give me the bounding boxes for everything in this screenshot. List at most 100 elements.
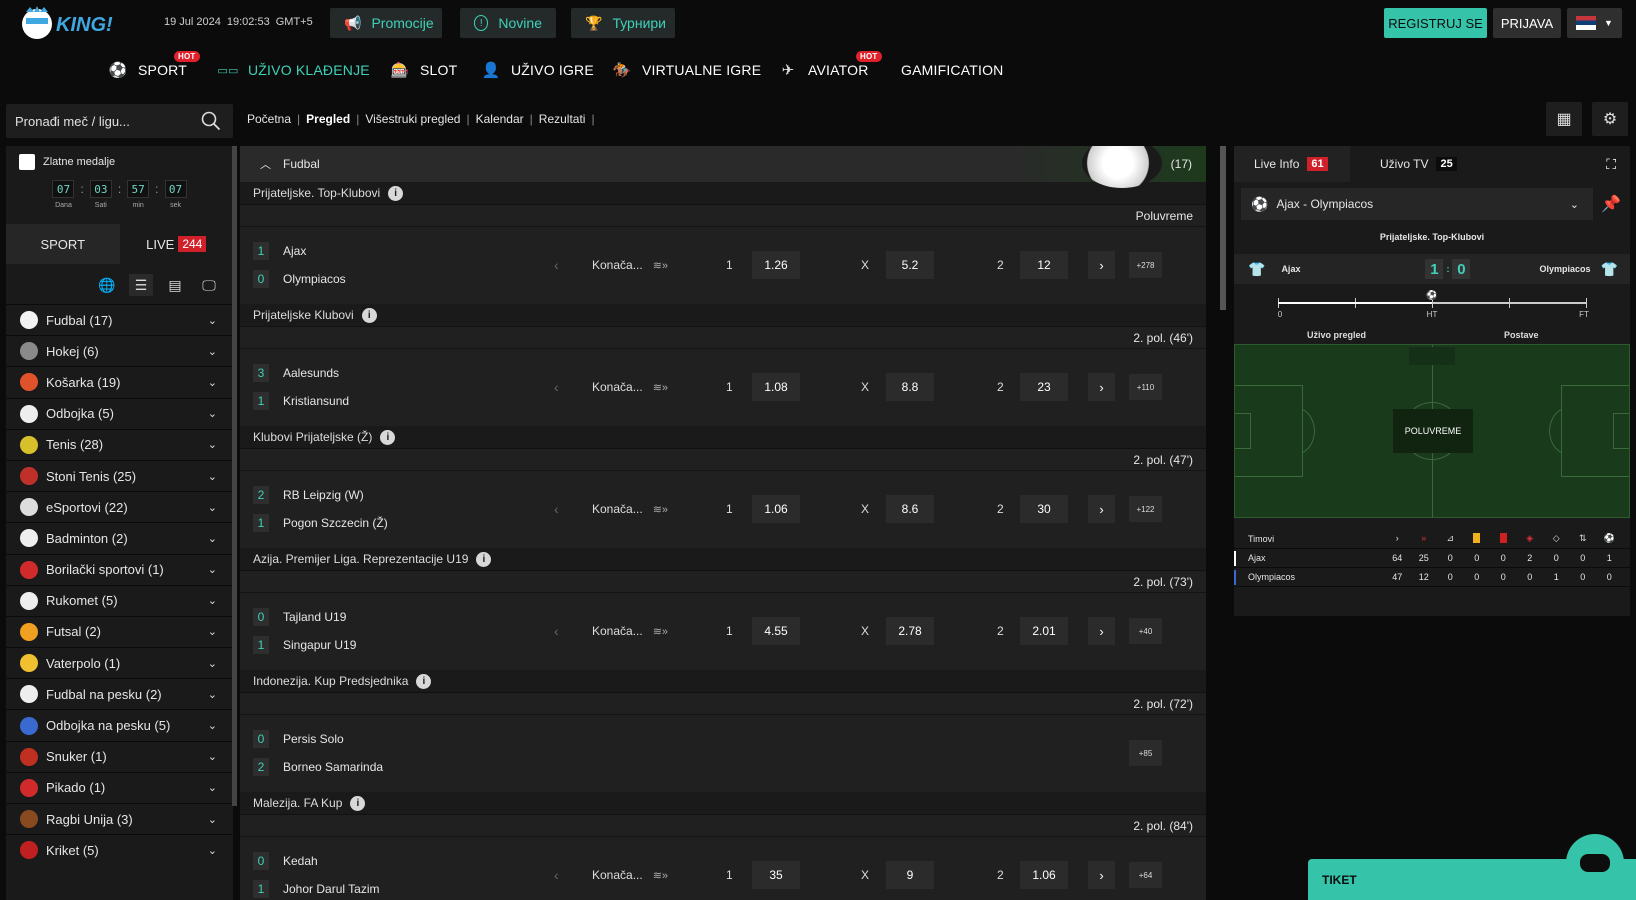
nav-slot[interactable]: 🎰 SLOT	[390, 62, 458, 79]
chevron-down-icon[interactable]: ⌄	[208, 813, 217, 826]
chevron-down-icon[interactable]: ⌄	[208, 750, 217, 763]
odds-button[interactable]: 1.08	[752, 373, 800, 401]
scoreboard-view-icon[interactable]: ▤	[163, 274, 187, 296]
odds-button[interactable]: 5.2	[886, 251, 934, 279]
info-icon[interactable]: i	[416, 673, 432, 689]
crumb-multiview[interactable]: Višestruki pregled	[365, 112, 460, 126]
odds-button[interactable]: 8.6	[886, 495, 934, 523]
home-team[interactable]: 1 Ajax	[253, 242, 306, 260]
chevron-right-icon[interactable]: ›	[1088, 495, 1115, 523]
sport-list-item[interactable]: eSportovi (22) ⌄	[6, 491, 233, 522]
chevron-down-icon[interactable]: ⌄	[208, 594, 217, 607]
nav-live-games[interactable]: 👤 UŽIVO IGRE	[481, 62, 594, 79]
nav-live-betting[interactable]: ▭▭ UŽIVO KLAĐENJE	[217, 62, 370, 78]
away-team[interactable]: 1 Johor Darul Tazim	[253, 880, 379, 898]
match-row[interactable]: 0 Persis Solo 2 Borneo Samarinda +85	[240, 714, 1206, 792]
sidebar-scrollbar[interactable]	[232, 146, 237, 806]
chevron-down-icon[interactable]: ⌄	[208, 563, 217, 576]
home-team[interactable]: 0 Persis Solo	[253, 730, 344, 748]
chevron-down-icon[interactable]: ⌄	[208, 438, 217, 451]
search-icon[interactable]	[201, 111, 221, 131]
expand-icon[interactable]: ⛶	[1606, 156, 1616, 173]
sport-list-item[interactable]: Kriket (5) ⌄	[6, 834, 233, 865]
chevron-down-icon[interactable]: ⌄	[208, 501, 217, 514]
chevron-down-icon[interactable]: ⌄	[208, 314, 217, 327]
chevron-right-icon[interactable]: ›	[1088, 251, 1115, 279]
sport-list-item[interactable]: Fudbal na pesku (2) ⌄	[6, 678, 233, 709]
chevron-down-icon[interactable]: ⌄	[208, 376, 217, 389]
sport-list-item[interactable]: Borilački sportovi (1) ⌄	[6, 553, 233, 585]
chevron-left-icon[interactable]: ‹	[554, 501, 559, 517]
events-scrollbar[interactable]	[1220, 146, 1226, 310]
away-team[interactable]: 2 Borneo Samarinda	[253, 758, 383, 776]
away-team[interactable]: 0 Olympiacos	[253, 270, 346, 288]
home-team[interactable]: 2 RB Leipzig (W)	[253, 486, 364, 504]
tournaments-button[interactable]: 🏆 Турнири	[571, 8, 675, 38]
more-markets-button[interactable]: +122	[1129, 496, 1162, 522]
chevron-right-icon[interactable]: ›	[1088, 861, 1115, 889]
chevron-down-icon[interactable]: ⌄	[208, 719, 217, 732]
tv-view-icon[interactable]: 🖵	[197, 274, 221, 296]
sport-list-item[interactable]: Snuker (1) ⌄	[6, 740, 233, 772]
market-selector[interactable]: Konača... ≋»	[592, 868, 668, 882]
sport-list-item[interactable]: Vaterpolo (1) ⌄	[6, 647, 233, 678]
info-icon[interactable]: i	[388, 185, 404, 201]
globe-icon[interactable]: 🌐	[95, 274, 119, 296]
brand-logo[interactable]: KING!	[20, 4, 138, 42]
tab-live-info[interactable]: Live Info 61	[1234, 146, 1350, 182]
sport-list-item[interactable]: Stoni Tenis (25) ⌄	[6, 459, 233, 491]
info-icon[interactable]: i	[361, 307, 377, 323]
odds-button[interactable]: 8.8	[886, 373, 934, 401]
register-button[interactable]: REGISTRUJ SE	[1384, 8, 1487, 38]
odds-button[interactable]: 23	[1020, 373, 1068, 401]
league-header[interactable]: Klubovi Prijateljske (Ž) i	[240, 426, 1206, 448]
more-markets-button[interactable]: +40	[1129, 618, 1162, 644]
odds-button[interactable]: 12	[1020, 251, 1068, 279]
market-selector[interactable]: Konača... ≋»	[592, 624, 668, 638]
tab-live[interactable]: LIVE 244	[119, 224, 233, 264]
list-view-icon[interactable]: ☰	[129, 274, 153, 296]
login-button[interactable]: PRIJAVA	[1493, 8, 1561, 38]
more-markets-button[interactable]: +85	[1129, 740, 1162, 766]
sport-list-item[interactable]: Rukomet (5) ⌄	[6, 584, 233, 616]
chevron-right-icon[interactable]: ›	[1088, 617, 1115, 645]
league-header[interactable]: Prijateljske Klubovi i	[240, 304, 1206, 326]
market-selector[interactable]: Konača... ≋»	[592, 258, 668, 272]
chevron-down-icon[interactable]: ⌄	[208, 625, 217, 638]
match-row[interactable]: 1 Ajax 0 Olympiacos ‹ Konača... ≋» 1 1.26 X 5.2 2 12…	[240, 226, 1206, 304]
search-input[interactable]	[15, 113, 205, 129]
chevron-down-icon[interactable]: ⌄	[208, 844, 217, 857]
odds-button[interactable]: 30	[1020, 495, 1068, 523]
tab-lineups[interactable]: Postave	[1504, 330, 1539, 340]
chevron-right-icon[interactable]: ›	[1088, 373, 1115, 401]
nav-virtual-games[interactable]: 🏇 VIRTUALNE IGRE	[612, 62, 762, 79]
sport-list-item[interactable]: Fudbal (17) ⌄	[6, 304, 233, 335]
unpin-icon[interactable]: 📌	[1601, 194, 1621, 214]
chevron-down-icon[interactable]: ⌄	[208, 657, 217, 670]
chevron-down-icon[interactable]: ⌄	[208, 688, 217, 701]
match-row[interactable]: 0 Kedah 1 Johor Darul Tazim ‹ Konača... ≋» 1 35 X…	[240, 836, 1206, 900]
chevron-left-icon[interactable]: ‹	[554, 257, 559, 273]
tab-live-tv[interactable]: Uživo TV 25	[1350, 146, 1457, 182]
chevron-left-icon[interactable]: ‹	[554, 623, 559, 639]
odds-button[interactable]: 4.55	[752, 617, 800, 645]
sport-list-item[interactable]: Badminton (2) ⌄	[6, 522, 233, 553]
away-team[interactable]: 1 Kristiansund	[253, 392, 349, 410]
chevron-down-icon[interactable]: ⌄	[208, 532, 217, 545]
crumb-home[interactable]: Početna	[247, 112, 291, 126]
crumb-results[interactable]: Rezultati	[539, 112, 586, 126]
sport-section-header[interactable]: ︿ Fudbal (17)	[240, 146, 1206, 188]
calculator-icon[interactable]: ▦	[1546, 102, 1582, 136]
chevron-up-icon[interactable]: ︿	[260, 156, 271, 172]
market-selector[interactable]: Konača... ≋»	[592, 380, 668, 394]
odds-button[interactable]: 1.06	[752, 495, 800, 523]
more-markets-button[interactable]: +110	[1129, 374, 1162, 400]
away-team[interactable]: 1 Singapur U19	[253, 636, 356, 654]
sport-list-item[interactable]: Odbojka na pesku (5) ⌄	[6, 709, 233, 740]
more-markets-button[interactable]: +278	[1129, 252, 1162, 278]
odds-button[interactable]: 1.26	[752, 251, 800, 279]
odds-button[interactable]: 2.01	[1020, 617, 1068, 645]
more-markets-button[interactable]: +64	[1129, 862, 1162, 888]
nav-sport[interactable]: ⚽ SPORT HOT	[108, 51, 200, 79]
market-selector[interactable]: Konača... ≋»	[592, 502, 668, 516]
